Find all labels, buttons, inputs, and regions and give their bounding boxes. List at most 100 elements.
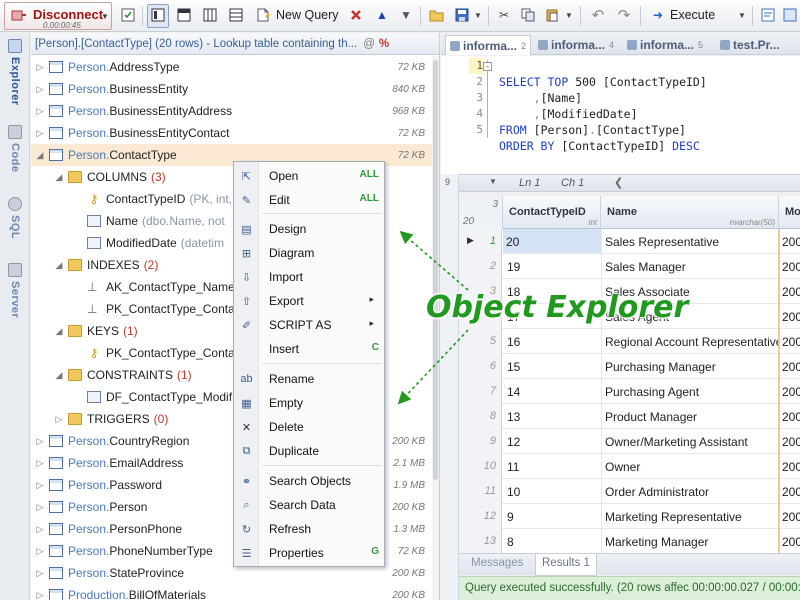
arrow-down-icon[interactable]: ▼ [398, 7, 414, 23]
row-number[interactable]: 8 [459, 404, 502, 429]
menu-item-rename[interactable]: ab Rename [234, 367, 384, 391]
cell-mod[interactable]: 200 [782, 285, 800, 299]
menu-item-script-as[interactable]: ✐ SCRIPT AS ▸ [234, 313, 384, 337]
cell-mod[interactable]: 200 [782, 510, 800, 524]
table-row[interactable]: 8 13 Product Manager 200 [459, 404, 800, 429]
disconnect-button[interactable]: Disconnect 0.00:00:45 ▼ [4, 2, 112, 30]
table-row[interactable]: 10 11 Owner 200 [459, 454, 800, 479]
cell-id[interactable]: 9 [507, 510, 597, 524]
open-folder-icon[interactable] [428, 7, 444, 23]
menu-item-delete[interactable]: ✕ Delete [234, 415, 384, 439]
results-grid[interactable]: 3 20 ContactTypeID int Name nvarchar(50)… [459, 196, 800, 553]
collapse-arrow-icon[interactable]: ▷ [35, 524, 45, 535]
cell-id[interactable]: 12 [507, 435, 597, 449]
row-number[interactable]: 13 [459, 529, 502, 553]
paste-dropdown-icon[interactable]: ▼ [561, 7, 577, 23]
collapse-arrow-icon[interactable]: ▷ [35, 458, 45, 469]
collapse-arrow-icon[interactable]: ▷ [35, 128, 45, 139]
expand-arrow-icon[interactable]: ◢ [54, 370, 64, 381]
row-number[interactable]: 2 [459, 254, 502, 279]
tab-sql[interactable]: SQL [4, 197, 26, 239]
expand-arrow-icon[interactable]: ◢ [54, 172, 64, 183]
tree-table[interactable]: ▷ Person. BusinessEntity 840 KB [31, 78, 433, 100]
table-row[interactable]: 13 8 Marketing Manager 200 [459, 529, 800, 553]
tree-table[interactable]: ▷ Person. BusinessEntityContact 72 KB [31, 122, 433, 144]
tree-table[interactable]: ▷ Person. AddressType 72 KB [31, 56, 433, 78]
sql-text[interactable]: SELECT TOP 500 [ContactTypeID] ,[Name] ,… [499, 58, 707, 186]
collapse-arrow-icon[interactable]: ▷ [35, 436, 45, 447]
cell-id[interactable]: 19 [507, 260, 597, 274]
collapse-arrow-icon[interactable]: ▷ [35, 568, 45, 579]
menu-item-search-objects[interactable]: ⚭ Search Objects [234, 469, 384, 493]
cell-mod[interactable]: 200 [782, 535, 800, 549]
execute-button[interactable]: Execute [670, 8, 715, 22]
cell-mod[interactable]: 200 [782, 385, 800, 399]
cell-mod[interactable]: 200 [782, 360, 800, 374]
tab-server[interactable]: Server [4, 263, 26, 318]
column-header-contacttypeid[interactable]: ContactTypeID int [503, 196, 601, 229]
execute-dropdown-icon[interactable]: ▼ [734, 7, 750, 23]
menu-item-duplicate[interactable]: ⧉ Duplicate [234, 439, 384, 463]
cell-name[interactable]: Product Manager [605, 410, 778, 424]
save-icon[interactable] [454, 7, 470, 23]
layout-single-icon[interactable] [150, 7, 166, 23]
tab-code[interactable]: Code [4, 125, 26, 173]
cell-name[interactable]: Order Administrator [605, 485, 778, 499]
new-query-button[interactable]: New Query [276, 8, 339, 22]
delete-icon[interactable] [348, 7, 364, 23]
copy-icon[interactable] [520, 7, 536, 23]
cell-id[interactable]: 14 [507, 385, 597, 399]
cell-mod[interactable]: 200 [782, 335, 800, 349]
redo-icon[interactable]: ↷ [616, 7, 632, 24]
collapse-arrow-icon[interactable]: ▷ [35, 546, 45, 557]
row-number[interactable]: 6 [459, 354, 502, 379]
editor-tab[interactable]: informa... 5 [623, 35, 709, 55]
table-row[interactable]: 12 9 Marketing Representative 200 [459, 504, 800, 529]
menu-item-search-data[interactable]: ⌕ Search Data [234, 493, 384, 517]
cell-name[interactable]: Owner [605, 460, 778, 474]
menu-item-edit[interactable]: ✎ Edit ALL [234, 188, 384, 212]
cell-name[interactable]: Purchasing Manager [605, 360, 778, 374]
menu-item-open[interactable]: ⇱ Open ALL [234, 164, 384, 188]
cell-name[interactable]: Marketing Representative [605, 510, 778, 524]
commit-icon[interactable] [120, 7, 136, 23]
editor-tab[interactable]: informa... 2 [445, 35, 531, 55]
collapse-arrow-icon[interactable]: ▷ [35, 106, 45, 117]
column-header-name[interactable]: Name nvarchar(50) [601, 196, 779, 229]
collapse-arrow-icon[interactable]: ▷ [35, 84, 45, 95]
table-row[interactable]: 2 19 Sales Manager 200 [459, 254, 800, 279]
tree-table[interactable]: ▷ Person. BusinessEntityAddress 968 KB [31, 100, 433, 122]
cell-name[interactable]: Sales Manager [605, 260, 778, 274]
undo-icon[interactable]: ↶ [590, 7, 606, 24]
editor-tab[interactable]: informa... 4 [534, 35, 620, 55]
cell-mod[interactable]: 200 [782, 235, 800, 249]
cell-mod[interactable]: 200 [782, 435, 800, 449]
percent-icon[interactable]: % [379, 38, 389, 50]
menu-item-insert[interactable]: Insert C [234, 337, 384, 361]
cell-id[interactable]: 11 [507, 460, 597, 474]
cut-icon[interactable]: ✂ [496, 7, 512, 23]
fold-marker[interactable]: - [483, 60, 495, 138]
menu-item-refresh[interactable]: ↻ Refresh [234, 517, 384, 541]
collapse-arrow-icon[interactable]: ▷ [35, 480, 45, 491]
menu-item-export[interactable]: ⇧ Export ▸ [234, 289, 384, 313]
cell-name[interactable]: Owner/Marketing Assistant [605, 435, 778, 449]
collapse-arrow-icon[interactable]: ▷ [35, 502, 45, 513]
cell-mod[interactable]: 200 [782, 260, 800, 274]
collapse-arrow-icon[interactable]: ▷ [54, 414, 64, 425]
cell-name[interactable]: Purchasing Agent [605, 385, 778, 399]
row-number[interactable]: 5 [459, 329, 502, 354]
save-dropdown-icon[interactable]: ▼ [470, 7, 486, 23]
layout-top-icon[interactable] [176, 7, 192, 23]
cell-id[interactable]: 16 [507, 335, 597, 349]
menu-item-properties[interactable]: ☰ Properties G [234, 541, 384, 565]
menu-item-diagram[interactable]: ⊞ Diagram [234, 241, 384, 265]
cell-mod[interactable]: 200 [782, 460, 800, 474]
table-row[interactable]: 11 10 Order Administrator 200 [459, 479, 800, 504]
table-row[interactable]: 5 16 Regional Account Representative 200 [459, 329, 800, 354]
cell-id[interactable]: 10 [507, 485, 597, 499]
cell-id[interactable]: 13 [507, 410, 597, 424]
layout-columns-icon[interactable] [202, 7, 218, 23]
cell-name[interactable]: Sales Representative [605, 235, 778, 249]
row-number[interactable]: 11 [459, 479, 502, 504]
